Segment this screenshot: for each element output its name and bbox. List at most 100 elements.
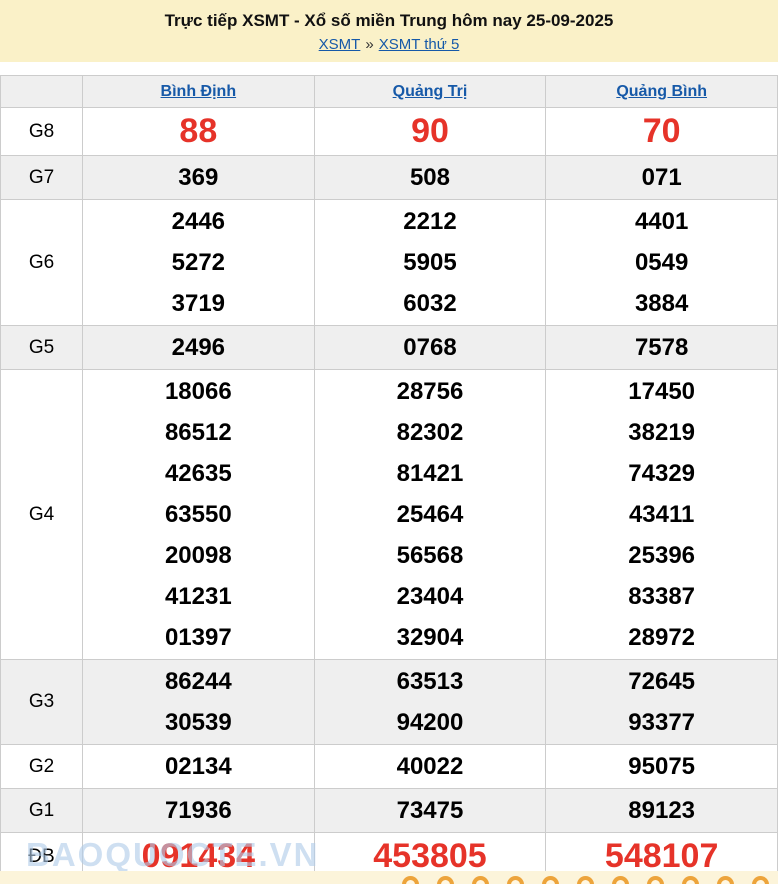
- prize-number: 369: [83, 157, 314, 198]
- breadcrumb-link-xsmt-thu-5[interactable]: XSMT thứ 5: [379, 36, 460, 53]
- prize-number: 17450: [546, 371, 777, 412]
- prize-number: 25396: [546, 535, 777, 576]
- prize-number: 2496: [83, 327, 314, 368]
- prize-number: 82302: [315, 412, 546, 453]
- prize-number: 86512: [83, 412, 314, 453]
- prize-number: 94200: [315, 702, 546, 743]
- prize-row-g6: G6244652723719221259056032440105493884: [1, 200, 778, 326]
- prize-number: 72645: [546, 661, 777, 702]
- prize-number: 73475: [315, 790, 546, 831]
- prize-cell: 02134: [83, 745, 315, 789]
- prize-cell: 40022: [314, 745, 546, 789]
- prize-row-g1: G1719367347589123: [1, 789, 778, 833]
- prize-number: 63550: [83, 494, 314, 535]
- prize-number: 20098: [83, 535, 314, 576]
- prize-label-g7: G7: [1, 156, 83, 200]
- corner-cell: [1, 76, 83, 108]
- prize-number: 70: [546, 109, 777, 154]
- prize-number: 28756: [315, 371, 546, 412]
- province-link-quang-binh[interactable]: Quảng Bình: [616, 83, 707, 100]
- breadcrumb: XSMT» XSMT thứ 5: [8, 36, 770, 54]
- province-link-quang-tri[interactable]: Quảng Trị: [393, 83, 468, 100]
- prize-number: 5272: [83, 242, 314, 283]
- column-header-binh-dinh: Bình Định: [83, 76, 315, 108]
- prize-cell: 440105493884: [546, 200, 778, 326]
- prize-number: 56568: [315, 535, 546, 576]
- prize-cell: 88: [83, 108, 315, 156]
- results-table: Bình Định Quảng Trị Quảng Bình G8889070G…: [0, 75, 778, 881]
- prize-label-g3: G3: [1, 660, 83, 745]
- prize-number: 81421: [315, 453, 546, 494]
- prize-cell: 90: [314, 108, 546, 156]
- prize-number: 4401: [546, 201, 777, 242]
- prize-number: 0768: [315, 327, 546, 368]
- prize-number: 2446: [83, 201, 314, 242]
- prize-row-g5: G5249607687578: [1, 326, 778, 370]
- prize-cell: 95075: [546, 745, 778, 789]
- prize-number: 5905: [315, 242, 546, 283]
- prize-number: 86244: [83, 661, 314, 702]
- prize-number: 02134: [83, 746, 314, 787]
- prize-row-g3: G3862443053963513942007264593377: [1, 660, 778, 745]
- prize-number: 7578: [546, 327, 777, 368]
- prize-cell: 18066865124263563550200984123101397: [83, 370, 315, 660]
- lotto-ball-icon: [472, 876, 489, 884]
- prize-number: 63513: [315, 661, 546, 702]
- prize-number: 23404: [315, 576, 546, 617]
- prize-number: 83387: [546, 576, 777, 617]
- prize-number: 88: [83, 109, 314, 154]
- prize-number: 071: [546, 157, 777, 198]
- lotto-ball-icon: [682, 876, 699, 884]
- page: { "page": { "title": "Trực tiếp XSMT - X…: [0, 0, 778, 884]
- prize-number: 30539: [83, 702, 314, 743]
- lotto-ball-icon: [612, 876, 629, 884]
- prize-row-g8: G8889070: [1, 108, 778, 156]
- prize-number: 43411: [546, 494, 777, 535]
- lotto-ball-icon: [577, 876, 594, 884]
- lotto-ball-icon: [437, 876, 454, 884]
- prize-number: 40022: [315, 746, 546, 787]
- bottom-strip: [0, 871, 778, 884]
- province-link-binh-dinh[interactable]: Bình Định: [161, 83, 237, 100]
- prize-cell: 17450382197432943411253968338728972: [546, 370, 778, 660]
- lotto-ball-icon: [542, 876, 559, 884]
- prize-number: 18066: [83, 371, 314, 412]
- prize-cell: 2496: [83, 326, 315, 370]
- lotto-ball-icon: [647, 876, 664, 884]
- prize-number: 89123: [546, 790, 777, 831]
- prize-number: 90: [315, 109, 546, 154]
- prize-cell: 28756823028142125464565682340432904: [314, 370, 546, 660]
- prize-cell: 508: [314, 156, 546, 200]
- prize-cell: 70: [546, 108, 778, 156]
- prize-number: 41231: [83, 576, 314, 617]
- column-header-quang-binh: Quảng Bình: [546, 76, 778, 108]
- prize-row-g4: G418066865124263563550200984123101397287…: [1, 370, 778, 660]
- prize-number: 508: [315, 157, 546, 198]
- breadcrumb-separator: »: [365, 36, 373, 53]
- prize-cell: 89123: [546, 789, 778, 833]
- prize-cell: 244652723719: [83, 200, 315, 326]
- prize-row-g7: G7369508071: [1, 156, 778, 200]
- lotto-ball-icon: [507, 876, 524, 884]
- prize-cell: 7264593377: [546, 660, 778, 745]
- prize-number: 42635: [83, 453, 314, 494]
- column-header-quang-tri: Quảng Trị: [314, 76, 546, 108]
- prize-cell: 8624430539: [83, 660, 315, 745]
- prize-cell: 0768: [314, 326, 546, 370]
- lotto-ball-icon: [402, 876, 419, 884]
- prize-label-g4: G4: [1, 370, 83, 660]
- breadcrumb-link-xsmt[interactable]: XSMT: [319, 36, 361, 53]
- prize-number: 95075: [546, 746, 777, 787]
- prize-number: 3884: [546, 283, 777, 324]
- prize-number: 2212: [315, 201, 546, 242]
- prize-number: 01397: [83, 617, 314, 658]
- prize-number: 32904: [315, 617, 546, 658]
- prize-label-g2: G2: [1, 745, 83, 789]
- prize-cell: 369: [83, 156, 315, 200]
- prize-row-g2: G2021344002295075: [1, 745, 778, 789]
- prize-label-g6: G6: [1, 200, 83, 326]
- prize-number: 28972: [546, 617, 777, 658]
- prize-number: 3719: [83, 283, 314, 324]
- prize-label-g5: G5: [1, 326, 83, 370]
- lotto-ball-icon: [717, 876, 734, 884]
